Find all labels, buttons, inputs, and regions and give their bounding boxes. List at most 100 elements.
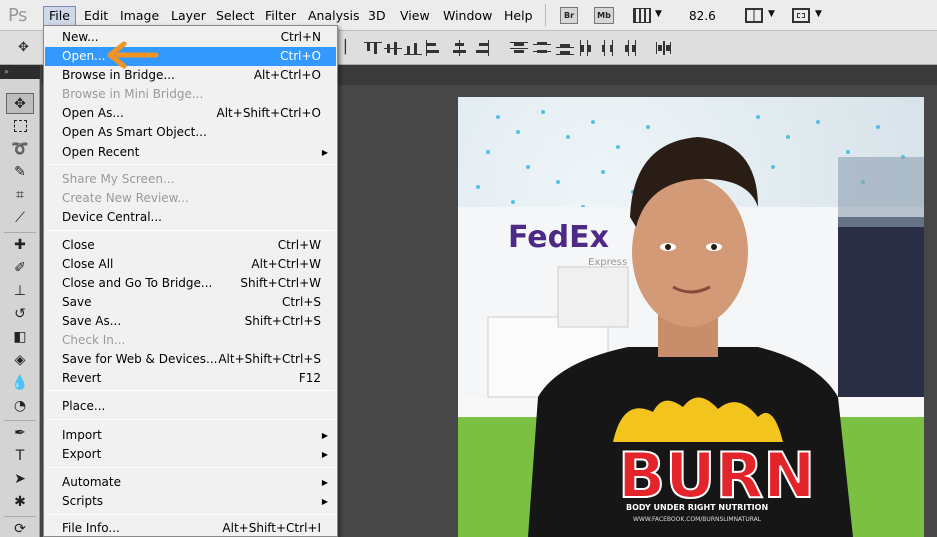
clone-stamp-tool-icon[interactable]: ⊥: [6, 281, 34, 302]
brush-tool-icon[interactable]: ✐: [6, 258, 34, 279]
fedex-wall-logo: FedEx: [508, 220, 609, 255]
type-tool-icon[interactable]: T: [6, 446, 34, 467]
submenu-arrow-icon: ▶: [321, 497, 328, 506]
auto-align-layers-icon[interactable]: [655, 40, 673, 56]
menu-window[interactable]: Window: [438, 6, 497, 26]
menu-file[interactable]: File: [43, 6, 76, 26]
move-tool-preset-icon[interactable]: ✥: [18, 40, 29, 55]
submenu-arrow-icon: ▶: [321, 431, 328, 440]
paint-bucket-tool-icon[interactable]: ◈: [6, 350, 34, 371]
align-vertical-center-icon[interactable]: [384, 40, 402, 56]
menu-item-open-as[interactable]: Open As... Alt+Shift+Ctrl+O: [45, 104, 336, 123]
view-extras-icon[interactable]: [633, 8, 651, 23]
menu-item-open-recent[interactable]: Open Recent ▶: [45, 143, 336, 162]
submenu-arrow-icon: ▶: [321, 148, 328, 157]
menu-item-share-my-screen: Share My Screen...: [62, 172, 175, 186]
marquee-tool-icon[interactable]: [6, 116, 34, 137]
menu-separator: [46, 419, 335, 420]
distribute-left-icon[interactable]: [578, 40, 596, 56]
menu-item-file-info[interactable]: File Info... Alt+Shift+Ctrl+I: [45, 519, 336, 537]
menu-item-revert[interactable]: Revert F12: [45, 369, 336, 388]
shirt-tagline-text: BODY UNDER RIGHT NUTRITION: [626, 503, 768, 512]
chevron-down-icon[interactable]: ▼: [815, 9, 822, 19]
pen-tool-icon[interactable]: ✒: [6, 423, 34, 444]
menu-layer[interactable]: Layer: [166, 6, 211, 26]
portrait-photo: FedEx Express BURN BODY UNDER RIGHT NUTR…: [458, 97, 924, 537]
align-horizontal-center-icon[interactable]: [451, 40, 469, 56]
healing-brush-tool-icon[interactable]: ✚: [6, 235, 34, 256]
orange-arrow-icon: [107, 41, 159, 69]
distribute-top-icon[interactable]: [510, 40, 528, 56]
menu-item-device-central[interactable]: Device Central...: [45, 208, 336, 227]
menu-item-create-new-review: Create New Review...: [62, 191, 189, 205]
eraser-tool-icon[interactable]: ◧: [6, 327, 34, 348]
screen-mode-icon[interactable]: [792, 8, 810, 23]
menu-item-close-all[interactable]: Close All Alt+Ctrl+W: [45, 255, 336, 274]
align-left-icon[interactable]: [424, 40, 442, 56]
menubar-separator: [545, 4, 546, 26]
menu-item-browse-in-mini-bridge: Browse in Mini Bridge...: [62, 87, 204, 101]
blur-tool-icon[interactable]: 💧: [6, 373, 34, 394]
menu-item-export[interactable]: Export ▶: [45, 445, 336, 464]
document-canvas-photo[interactable]: FedEx Express BURN BODY UNDER RIGHT NUTR…: [458, 97, 924, 537]
submenu-arrow-icon: ▶: [321, 450, 328, 459]
lasso-tool-icon[interactable]: ➰: [6, 139, 34, 160]
menu-3d[interactable]: 3D: [363, 6, 391, 26]
menu-item-scripts[interactable]: Scripts ▶: [45, 492, 336, 511]
quick-selection-tool-icon[interactable]: ✎: [6, 162, 34, 183]
menu-edit[interactable]: Edit: [79, 6, 113, 26]
express-wall-text: Express: [588, 257, 627, 268]
distribute-vertical-center-icon[interactable]: [533, 40, 551, 56]
menu-separator: [46, 514, 335, 515]
3d-rotate-tool-icon[interactable]: ⟳: [6, 519, 34, 537]
shirt-url-text: WWW.FACEBOOK.COM/BURNSLIMNATURAL: [633, 516, 762, 523]
menu-item-save[interactable]: Save Ctrl+S: [45, 293, 336, 312]
arrange-documents-icon[interactable]: [745, 8, 763, 23]
menu-item-save-as[interactable]: Save As... Shift+Ctrl+S: [45, 312, 336, 331]
menu-item-import[interactable]: Import ▶: [45, 426, 336, 445]
custom-shape-tool-icon[interactable]: ✱: [6, 492, 34, 513]
history-brush-tool-icon[interactable]: ↺: [6, 304, 34, 325]
path-selection-tool-icon[interactable]: ➤: [6, 469, 34, 490]
menu-item-close-and-go-to-bridge[interactable]: Close and Go To Bridge... Shift+Ctrl+W: [45, 274, 336, 293]
menu-item-place[interactable]: Place...: [45, 397, 336, 416]
menu-item-close[interactable]: Close Ctrl+W: [45, 236, 336, 255]
menu-item-save-for-web[interactable]: Save for Web & Devices... Alt+Shift+Ctrl+…: [45, 350, 336, 369]
menu-item-browse-in-bridge[interactable]: Browse in Bridge... Alt+Ctrl+O: [45, 66, 336, 85]
menu-separator: [46, 467, 335, 468]
mini-bridge-button[interactable]: Mb: [594, 7, 614, 24]
chevron-down-icon[interactable]: ▼: [768, 9, 775, 19]
shirt-burn-text: BURN: [618, 439, 815, 512]
crop-tool-icon[interactable]: ⌗: [6, 185, 34, 206]
tool-separator: [4, 420, 36, 421]
menu-select[interactable]: Select: [211, 6, 260, 26]
menu-separator: [46, 230, 335, 231]
distribute-horizontal-center-icon[interactable]: [600, 40, 618, 56]
menu-item-open[interactable]: Open... Ctrl+O: [45, 47, 336, 66]
submenu-arrow-icon: ▶: [321, 478, 328, 487]
menu-view[interactable]: View: [395, 6, 435, 26]
file-menu-dropdown: New... Ctrl+N Open... Ctrl+O Browse in Bri…: [43, 25, 338, 537]
menu-filter[interactable]: Filter: [260, 6, 301, 26]
tools-panel-collapse-icon[interactable]: »: [0, 65, 40, 79]
eyedropper-tool-icon[interactable]: ⟋: [6, 208, 34, 229]
menu-analysis[interactable]: Analysis: [303, 6, 365, 26]
align-top-icon[interactable]: [364, 40, 382, 56]
menu-item-open-as-smart-object[interactable]: Open As Smart Object...: [45, 123, 336, 142]
align-right-icon[interactable]: [474, 40, 492, 56]
zoom-level[interactable]: 82.6: [689, 9, 716, 23]
tool-separator: [4, 232, 36, 233]
bridge-button[interactable]: Br: [560, 7, 578, 24]
align-bottom-icon[interactable]: [404, 40, 422, 56]
distribute-right-icon[interactable]: [621, 40, 639, 56]
menu-image[interactable]: Image: [115, 6, 164, 26]
move-tool-icon[interactable]: ✥: [6, 93, 34, 114]
dodge-tool-icon[interactable]: ◔: [6, 396, 34, 417]
menu-separator: [46, 390, 335, 391]
menu-item-check-in: Check In...: [62, 333, 126, 347]
distribute-bottom-icon[interactable]: [556, 40, 574, 56]
chevron-down-icon[interactable]: ▼: [655, 9, 662, 19]
menu-help[interactable]: Help: [499, 6, 538, 26]
menu-item-automate[interactable]: Automate ▶: [45, 473, 336, 492]
menu-item-new[interactable]: New... Ctrl+N: [45, 28, 336, 47]
